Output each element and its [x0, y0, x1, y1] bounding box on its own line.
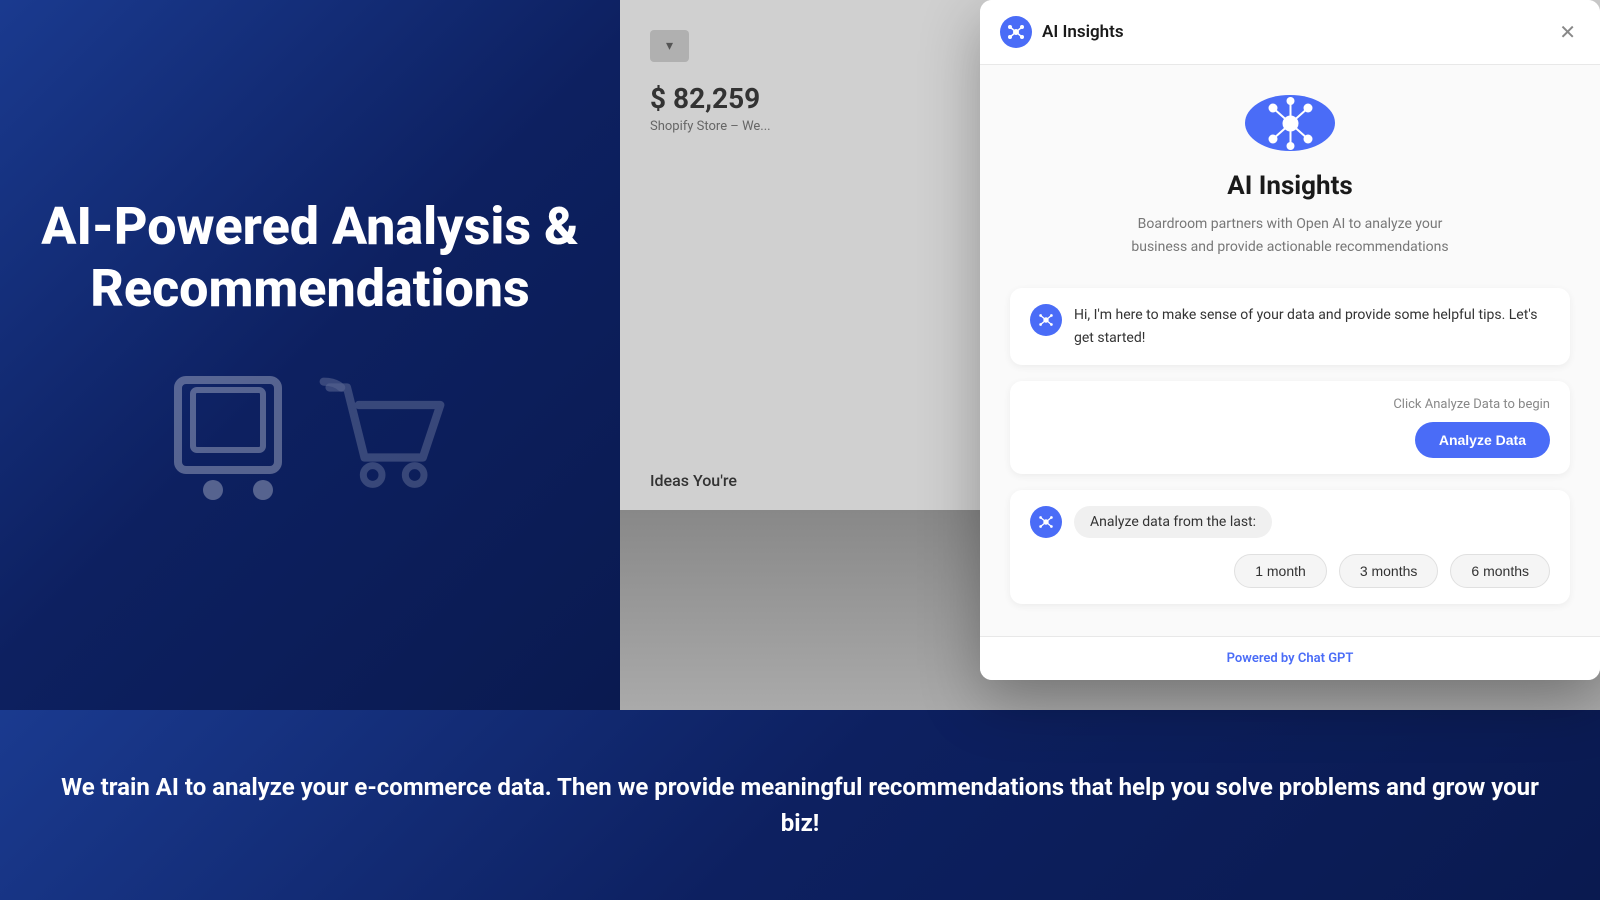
- footer-text: Powered by: [1227, 651, 1298, 666]
- bg-dropdown[interactable]: ▾: [650, 30, 689, 62]
- dialog-header: AI Insights ✕: [980, 0, 1600, 65]
- close-icon[interactable]: ✕: [1555, 18, 1580, 46]
- cart-icon: [168, 370, 452, 514]
- ai-insights-dialog: AI Insights ✕: [980, 0, 1600, 680]
- ai-logo: [1245, 95, 1335, 151]
- chat-row-2: Analyze data from the last:: [1030, 506, 1550, 538]
- analyze-section: Click Analyze Data to begin Analyze Data: [1010, 381, 1570, 474]
- chat-avatar-2: [1030, 506, 1062, 538]
- left-panel: AI-Powered Analysis & Recommendations: [0, 0, 620, 710]
- dialog-main-title: AI Insights: [1227, 171, 1353, 201]
- dialog-description: Boardroom partners with Open AI to analy…: [1110, 213, 1470, 258]
- dropdown-chevron: ▾: [666, 38, 673, 54]
- background-panel: ▾ $ 82,259 Shopify Store – We... Ideas Y…: [620, 0, 1600, 710]
- bottom-banner-text: We train AI to analyze your e-commerce d…: [60, 769, 1540, 841]
- dialog-footer: Powered by Chat GPT: [980, 636, 1600, 680]
- analyze-data-button[interactable]: Analyze Data: [1415, 422, 1550, 458]
- click-hint: Click Analyze Data to begin: [1030, 397, 1550, 412]
- time-option-3months[interactable]: 3 months: [1339, 554, 1439, 588]
- analyze-prompt: Analyze data from the last:: [1074, 506, 1272, 538]
- bottom-banner: We train AI to analyze your e-commerce d…: [0, 710, 1600, 900]
- chat-avatar-1: [1030, 304, 1062, 336]
- chat-message-1: Hi, I'm here to make sense of your data …: [1010, 288, 1570, 365]
- bg-ideas-text: Ideas You're: [650, 471, 737, 490]
- chat-text-1: Hi, I'm here to make sense of your data …: [1074, 304, 1550, 349]
- time-options: 1 month 3 months 6 months: [1030, 554, 1550, 588]
- dialog-body: AI Insights Boardroom partners with Open…: [980, 65, 1600, 636]
- left-panel-title: AI-Powered Analysis & Recommendations: [40, 196, 580, 321]
- time-option-1month[interactable]: 1 month: [1234, 554, 1327, 588]
- footer-brand: Chat GPT: [1298, 651, 1354, 666]
- time-option-6months[interactable]: 6 months: [1450, 554, 1550, 588]
- dialog-header-icon: [1000, 16, 1032, 48]
- chat-message-2: Analyze data from the last: 1 month 3 mo…: [1010, 490, 1570, 604]
- dialog-header-title: AI Insights: [1042, 22, 1555, 42]
